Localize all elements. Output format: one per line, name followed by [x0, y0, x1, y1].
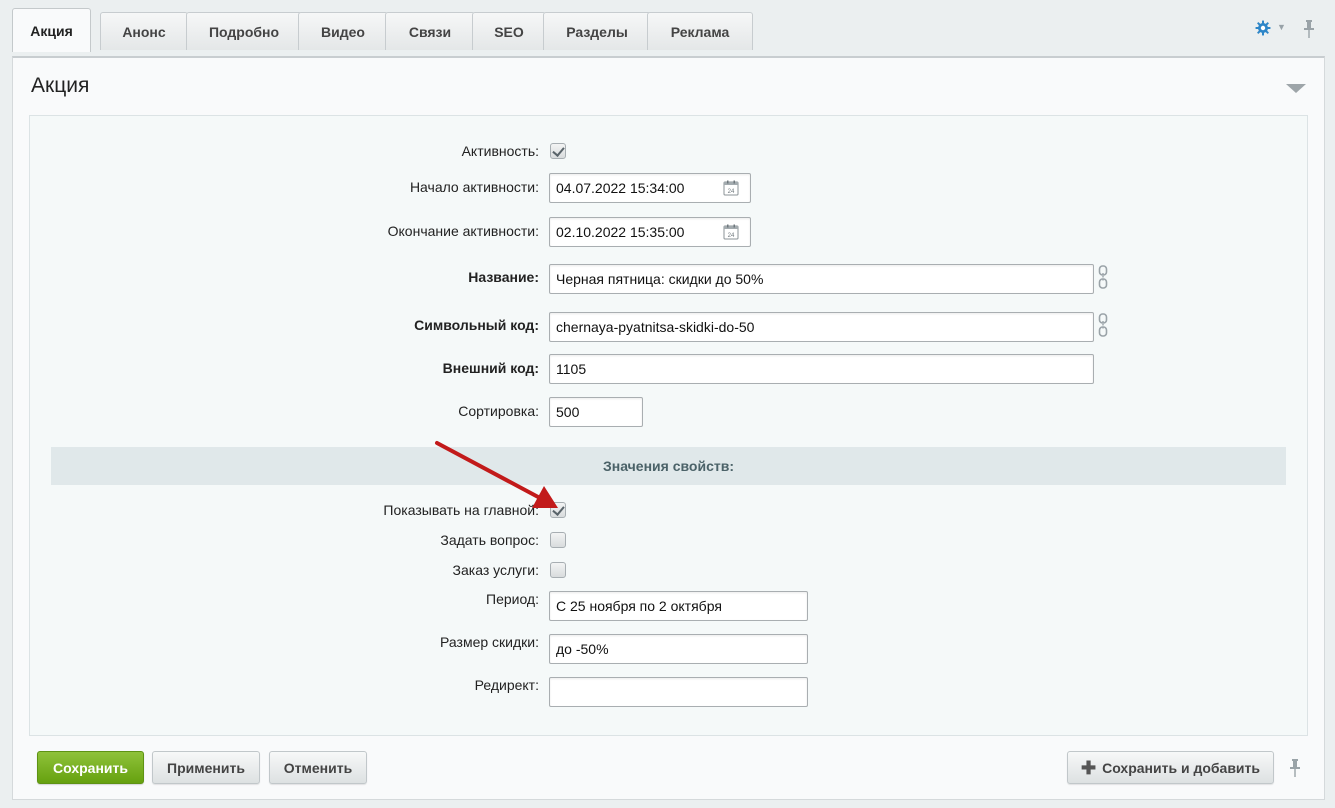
tab-akciya[interactable]: Акция — [12, 8, 91, 52]
redirect-label: Редирект: — [474, 677, 539, 693]
properties-header: Значения свойств: — [51, 447, 1286, 485]
active-checkbox[interactable] — [550, 143, 566, 159]
save-and-add-label: Сохранить и добавить — [1102, 759, 1260, 776]
save-button[interactable]: Сохранить — [37, 751, 144, 784]
cancel-button[interactable]: Отменить — [269, 751, 367, 784]
chevron-down-icon[interactable]: ▼ — [1277, 22, 1286, 32]
active-label: Активность: — [461, 143, 539, 159]
period-label: Период: — [486, 591, 539, 607]
end-label: Окончание активности: — [387, 223, 539, 239]
gear-icon[interactable] — [1255, 20, 1271, 36]
ext-label: Внешний код: — [442, 360, 539, 376]
discount-input[interactable] — [549, 634, 808, 664]
sort-input[interactable] — [549, 397, 643, 427]
save-and-add-button[interactable]: ✚ Сохранить и добавить — [1067, 751, 1274, 784]
order-checkbox[interactable] — [550, 562, 566, 578]
link-icon[interactable] — [1098, 313, 1108, 337]
discount-label: Размер скидки: — [440, 634, 539, 650]
link-icon[interactable] — [1098, 265, 1108, 289]
calendar-icon[interactable]: 24 — [723, 180, 739, 196]
start-label: Начало активности: — [409, 179, 539, 195]
tab-razdely[interactable]: Разделы — [543, 12, 651, 50]
main-panel: Акция Активность: Начало активности: 24 … — [12, 56, 1325, 800]
pin-icon[interactable] — [1288, 758, 1302, 778]
ask-label: Задать вопрос: — [440, 532, 539, 548]
apply-button[interactable]: Применить — [152, 751, 260, 784]
code-label: Символьный код: — [414, 317, 539, 333]
panel-title: Акция — [31, 74, 90, 97]
ext-code-input[interactable] — [549, 354, 1094, 384]
svg-text:24: 24 — [728, 233, 735, 239]
form-area: Активность: Начало активности: 24 Оконча… — [29, 115, 1308, 736]
tab-seo[interactable]: SEO — [472, 12, 546, 50]
svg-text:24: 24 — [728, 189, 735, 195]
end-date-input[interactable] — [549, 217, 751, 247]
name-input[interactable] — [549, 264, 1094, 294]
start-date-input[interactable] — [549, 173, 751, 203]
pin-icon[interactable] — [1302, 19, 1316, 39]
plus-icon: ✚ — [1081, 757, 1097, 778]
name-label: Название: — [468, 269, 539, 285]
ask-checkbox[interactable] — [550, 532, 566, 548]
order-label: Заказ услуги: — [452, 562, 539, 578]
redirect-input[interactable] — [549, 677, 808, 707]
calendar-icon[interactable]: 24 — [723, 224, 739, 240]
tab-svyazi[interactable]: Связи — [385, 12, 475, 50]
sort-label: Сортировка: — [458, 403, 539, 419]
tab-video[interactable]: Видео — [298, 12, 388, 50]
tab-reklama[interactable]: Реклама — [647, 12, 753, 50]
tab-anons[interactable]: Анонс — [100, 12, 188, 50]
tab-podrobno[interactable]: Подробно — [186, 12, 302, 50]
chevron-down-icon[interactable] — [1286, 84, 1306, 93]
annotation-arrow-icon — [435, 441, 558, 508]
code-input[interactable] — [549, 312, 1094, 342]
period-input[interactable] — [549, 591, 808, 621]
